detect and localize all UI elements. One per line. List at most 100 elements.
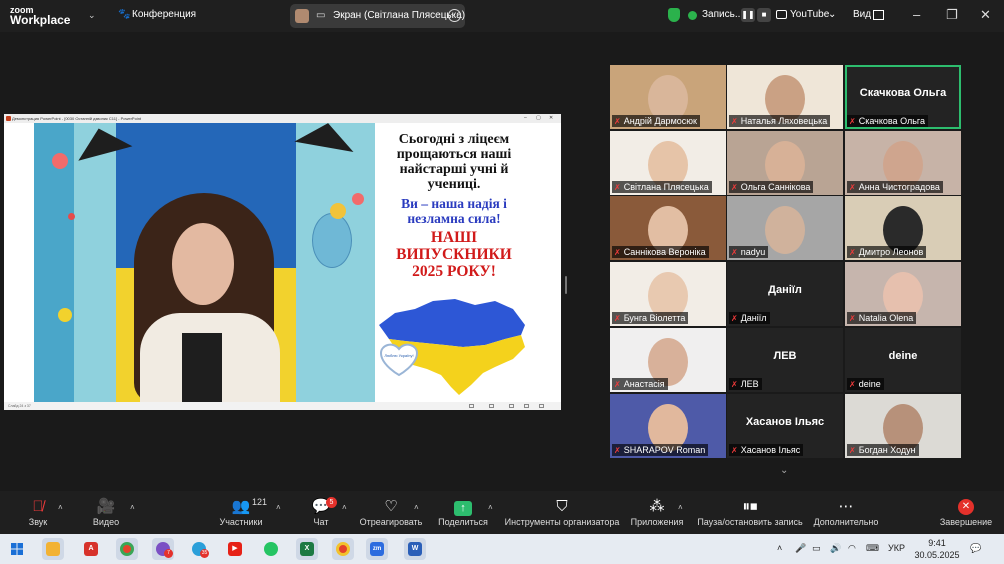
participant-display-name: deine <box>888 350 918 362</box>
restore-icon[interactable]: ❐ <box>946 7 958 23</box>
participant-tile[interactable]: ✗ Андрій Дармосюк <box>610 65 726 129</box>
shared-screen[interactable]: Демонстрация PowerPoint - [0030 Останній… <box>4 114 561 410</box>
participant-name-tag: ✗ Хасанов Ільяс <box>729 444 804 456</box>
chevron-up-icon[interactable]: ˄ <box>276 503 281 512</box>
chevron-up-icon[interactable]: ˄ <box>414 503 419 512</box>
microphone-icon[interactable]: 🎤 <box>795 543 806 554</box>
mute-button[interactable]: 🎙̸ Звук <box>18 497 58 531</box>
participant-tile[interactable]: ✗ Бунга Віолетта <box>610 262 726 326</box>
more-button[interactable]: ⋯ Дополнительно <box>812 497 880 531</box>
video-button[interactable]: 🎥 Видео <box>86 497 126 531</box>
end-meeting-button[interactable]: ✕ Завершение <box>938 497 994 531</box>
battery-icon[interactable]: ▭ <box>812 543 821 554</box>
taskbar-excel[interactable]: X <box>296 538 318 560</box>
participant-tile[interactable]: ✗ Дмитро Леонов <box>845 196 961 260</box>
share-indicator[interactable]: ▭ Экран (Світлана Плясецька) ··· <box>290 4 465 28</box>
taskbar-telegram[interactable]: 35 <box>188 538 210 560</box>
participant-tile[interactable]: ✗ nadyu <box>727 196 843 260</box>
host-tools-button[interactable]: ⛉ Инструменты организатора <box>503 497 621 531</box>
chat-label: Чат <box>313 517 329 527</box>
mic-muted-icon: ✗ <box>614 314 621 323</box>
language-indicator[interactable]: УКР <box>888 543 905 553</box>
taskbar-word[interactable]: W <box>404 538 426 560</box>
mic-muted-icon: ✗ <box>731 314 738 323</box>
notifications-icon[interactable]: 💬 <box>970 543 981 554</box>
minimize-icon[interactable]: – <box>913 7 920 22</box>
participant-tile[interactable]: ✗ Анастасія <box>610 328 726 392</box>
view-menu-button[interactable]: Вид <box>853 9 871 20</box>
minimize-icon: – <box>524 115 527 121</box>
participant-tile[interactable]: ✗ Наталья Ляховецька <box>727 65 843 129</box>
participant-tile[interactable]: ✗ Ольга Саннікова <box>727 131 843 195</box>
chevron-up-icon[interactable]: ˄ <box>488 503 493 512</box>
participant-tile[interactable]: ✗ Саннікова Вероніка <box>610 196 726 260</box>
taskbar-youtube[interactable]: ▶ <box>224 538 246 560</box>
zoom-logo[interactable]: zoom Workplace <box>10 5 71 27</box>
mic-muted-icon: ✗ <box>849 183 856 192</box>
record-status-icon <box>688 11 697 20</box>
decor-bubble <box>58 308 72 322</box>
participant-name-tag: ✗ Natalia Olena <box>847 312 917 324</box>
mic-muted-icon: ✗ <box>614 380 621 389</box>
livestream-label[interactable]: YouTube <box>790 9 829 20</box>
reading-view-icon <box>524 404 529 408</box>
taskbar-file-explorer[interactable] <box>42 538 64 560</box>
chevron-up-icon[interactable]: ˄ <box>678 503 683 512</box>
taskbar-chrome-2[interactable] <box>332 538 354 560</box>
participant-name: Саннікова Вероніка <box>623 247 706 257</box>
more-options-icon[interactable]: ··· <box>448 9 461 22</box>
participant-tile[interactable]: ✗ Світлана Плясецька <box>610 131 726 195</box>
start-button[interactable] <box>6 538 28 560</box>
pause-recording-button[interactable]: ❚❚ <box>741 8 755 22</box>
chevron-up-icon[interactable]: ˄ <box>130 503 135 512</box>
participants-label: Участники <box>219 517 263 527</box>
clock[interactable]: 9:41 30.05.2025 <box>912 537 962 561</box>
chevron-up-icon[interactable]: ˄ <box>777 543 782 553</box>
chevron-down-icon[interactable]: ⌄ <box>780 465 788 476</box>
taskbar-chrome[interactable] <box>116 538 138 560</box>
recording-label[interactable]: Запись... <box>702 9 743 20</box>
volume-icon[interactable]: 🔊 <box>830 543 841 554</box>
chevron-up-icon[interactable]: ˄ <box>342 503 347 512</box>
participant-display-name: Хасанов Ільяс <box>745 416 825 428</box>
participant-tile[interactable]: ✗ Анна Чистоградова <box>845 131 961 195</box>
pause-stop-recording-button[interactable]: ⏸⏹ Пауза/остановить запись <box>696 497 804 531</box>
stop-recording-button[interactable]: ■ <box>757 8 771 22</box>
video-camera-icon: 🎥 <box>96 498 116 515</box>
taskbar-zoom[interactable]: zm <box>366 538 388 560</box>
shield-icon[interactable] <box>668 8 680 22</box>
wifi-icon[interactable]: ◠ <box>848 543 856 554</box>
meeting-info-button[interactable]: 🐾 Конференция <box>118 9 196 20</box>
chat-button[interactable]: 💬 Чат 5 <box>304 497 338 531</box>
chevron-down-icon[interactable]: ⌄ <box>88 10 96 21</box>
slide-line: Ви – наша надія і <box>401 196 507 211</box>
close-icon: ✕ <box>549 115 554 121</box>
participant-tile[interactable]: ✗ Богдан Ходун <box>845 394 961 458</box>
participant-tile[interactable]: ✗ Natalia Olena <box>845 262 961 326</box>
participant-tile[interactable]: Даніїл ✗ Даніїл <box>727 262 843 326</box>
participant-tile[interactable]: ЛЕВ ✗ ЛЕВ <box>727 328 843 392</box>
share-label: Поделиться <box>438 517 488 527</box>
sharer-avatar <box>295 9 309 23</box>
participant-tile[interactable]: Скачкова Ольга ✗ Скачкова Ольга <box>845 65 961 129</box>
slide-line: 2025 РОКУ! <box>412 263 496 280</box>
split-divider[interactable] <box>565 276 567 294</box>
keyboard-icon[interactable]: ⌨ <box>866 543 879 554</box>
close-icon[interactable]: ✕ <box>980 7 991 23</box>
youtube-icon: ▶ <box>228 542 242 556</box>
participant-tile[interactable]: Хасанов Ільяс ✗ Хасанов Ільяс <box>727 394 843 458</box>
logo-line2: Workplace <box>10 13 71 27</box>
shared-window-title: Демонстрация PowerPoint - [0030 Останній… <box>12 116 142 121</box>
taskbar-viber[interactable]: 7 <box>152 538 174 560</box>
slide-counter: Слайд 24 з 37 <box>8 404 31 408</box>
taskbar-pdf-app[interactable]: A <box>80 538 102 560</box>
shield-icon: ⛉ <box>556 498 568 515</box>
chevron-up-icon[interactable]: ˄ <box>58 503 63 512</box>
paw-icon: 🐾 <box>118 9 131 20</box>
participant-tile[interactable]: deine ✗ deine <box>845 328 961 392</box>
participant-name: Скачкова Ольга <box>858 116 925 126</box>
chevron-down-icon[interactable]: ⌄ <box>828 9 836 20</box>
share-screen-button[interactable]: ↑ Поделиться <box>434 497 492 531</box>
participant-tile[interactable]: ✗ SHARAPOV Roman <box>610 394 726 458</box>
taskbar-whatsapp[interactable] <box>260 538 282 560</box>
